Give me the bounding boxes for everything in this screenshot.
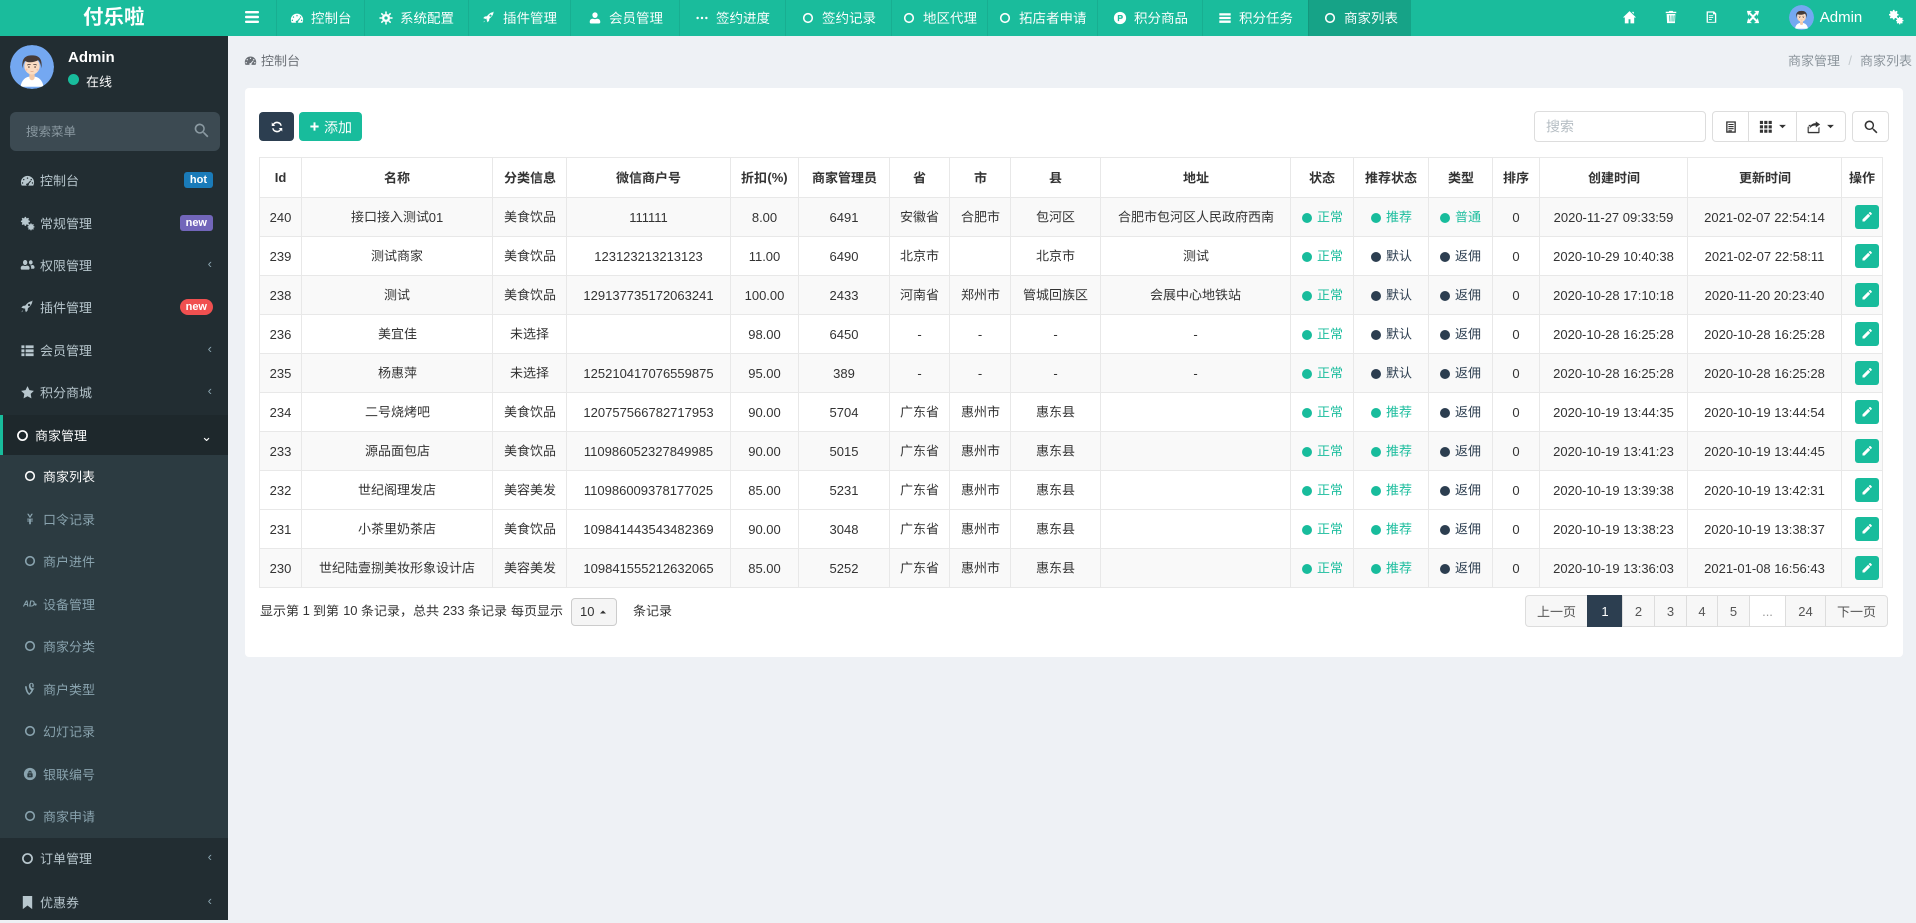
svg-text:AD: AD <box>23 599 35 609</box>
